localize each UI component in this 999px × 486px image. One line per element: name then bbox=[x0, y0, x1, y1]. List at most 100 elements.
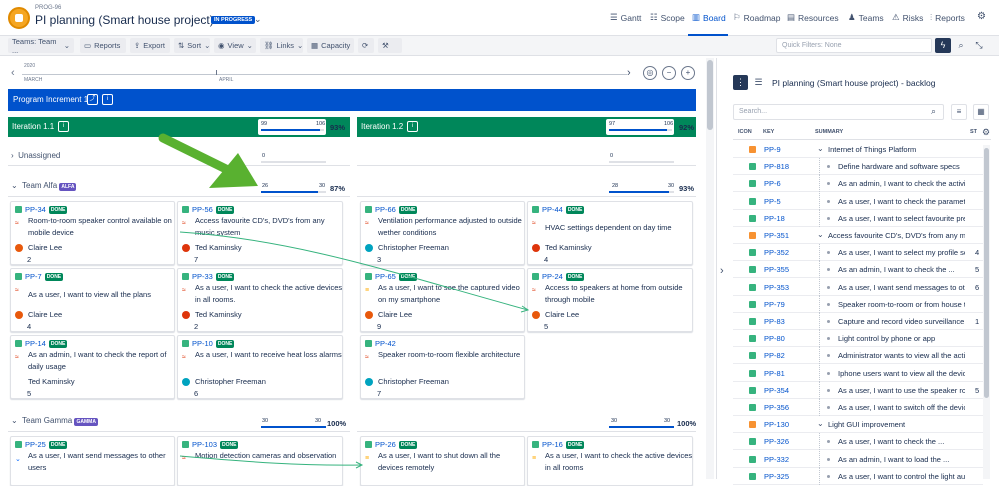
issue-card[interactable]: PP-10 DONE ≈ As a user, I want to receive… bbox=[177, 335, 343, 399]
issue-key[interactable]: PP-10 bbox=[192, 339, 213, 348]
capacity-button[interactable]: ▦ Capacity bbox=[307, 38, 354, 53]
issue-card[interactable]: PP-7 DONE ≈ As a user, I want to view all… bbox=[10, 268, 175, 332]
issue-key[interactable]: PP-355 bbox=[764, 265, 789, 274]
backlog-row[interactable]: PP-130 ⌄ Light GUI improvement bbox=[733, 416, 983, 434]
issue-key[interactable]: PP-325 bbox=[764, 472, 789, 481]
backlog-row[interactable]: PP-81 Iphone users want to view all the d… bbox=[733, 364, 983, 382]
flash-icon[interactable]: ϟ bbox=[935, 38, 951, 53]
team-alfa-swimlane[interactable]: ⌄ Team Alfa ALFA bbox=[11, 181, 77, 191]
chevron-down-icon[interactable]: ⌄ bbox=[817, 230, 824, 239]
issue-key[interactable]: PP-80 bbox=[764, 334, 785, 343]
backlog-row[interactable]: PP-79 Speaker room-to-room or from house … bbox=[733, 295, 983, 313]
issue-key[interactable]: PP-332 bbox=[764, 455, 789, 464]
issue-key[interactable]: PP-26 bbox=[375, 440, 396, 449]
backlog-row[interactable]: PP-326 As a user, I want to check the ... bbox=[733, 433, 983, 451]
backlog-tree-icon[interactable]: ⋮ bbox=[733, 75, 748, 90]
backlog-row[interactable]: PP-80 Light control by phone or app bbox=[733, 330, 983, 348]
nav-teams[interactable]: ♟ Teams bbox=[848, 12, 884, 23]
info-icon[interactable]: i bbox=[407, 121, 418, 132]
timeline-next-icon[interactable]: › bbox=[627, 67, 631, 79]
issue-key[interactable]: PP-34 bbox=[25, 205, 46, 214]
issue-key[interactable]: PP-14 bbox=[25, 339, 46, 348]
backlog-row[interactable]: PP-9 ⌄ Internet of Things Platform bbox=[733, 141, 983, 158]
issue-key[interactable]: PP-33 bbox=[192, 272, 213, 281]
issue-card[interactable]: PP-65 DONE ≡ As a user, I want to see the… bbox=[360, 268, 525, 332]
issue-card[interactable]: PP-44 DONE ≈ HVAC settings dependent on d… bbox=[527, 201, 693, 265]
issue-key[interactable]: PP-16 bbox=[542, 440, 563, 449]
calendar-icon[interactable]: ▦ bbox=[973, 104, 989, 120]
zoom-out-icon[interactable]: − bbox=[662, 66, 676, 80]
nav-resources[interactable]: ▤ Resources bbox=[787, 12, 839, 23]
export-button[interactable]: ⇪ Export bbox=[130, 38, 170, 53]
issue-key[interactable]: PP-353 bbox=[764, 283, 789, 292]
issue-key[interactable]: PP-6 bbox=[764, 179, 781, 188]
view-button[interactable]: ◉ View ⌄ bbox=[214, 38, 256, 53]
backlog-row[interactable]: PP-353 As a user, I want send messages to… bbox=[733, 278, 983, 296]
links-button[interactable]: ⛓ Links ⌄ bbox=[260, 38, 303, 53]
issue-card[interactable]: PP-14 DONE ≈ As an admin, I want to check… bbox=[10, 335, 175, 399]
issue-key[interactable]: PP-65 bbox=[375, 272, 396, 281]
issue-card[interactable]: PP-42 ≈ Speaker room-to-room flexible ar… bbox=[360, 335, 525, 399]
issue-key[interactable]: PP-25 bbox=[25, 440, 46, 449]
nav-board[interactable]: ▥ Board bbox=[692, 12, 726, 23]
search-icon[interactable]: ⌕ bbox=[931, 106, 936, 117]
target-icon[interactable]: ◎ bbox=[643, 66, 657, 80]
info-icon[interactable]: i bbox=[102, 94, 113, 105]
issue-key[interactable]: PP-356 bbox=[764, 403, 789, 412]
nav-roadmap[interactable]: ⚐ Roadmap bbox=[733, 12, 780, 23]
issue-key[interactable]: PP-42 bbox=[375, 339, 396, 348]
chevron-down-icon[interactable]: ⌄ bbox=[817, 419, 824, 428]
issue-key[interactable]: PP-83 bbox=[764, 317, 785, 326]
issue-key[interactable]: PP-103 bbox=[192, 440, 217, 449]
backlog-row[interactable]: PP-351 ⌄ Access favourite CD's, DVD's from… bbox=[733, 227, 983, 244]
chevron-down-icon[interactable]: ⌄ bbox=[254, 14, 262, 25]
backlog-row[interactable]: PP-355 As an admin, I want to check the .… bbox=[733, 261, 983, 279]
issue-key[interactable]: PP-5 bbox=[764, 197, 781, 206]
issue-key[interactable]: PP-18 bbox=[764, 214, 785, 223]
timeline-prev-icon[interactable]: ‹ bbox=[11, 67, 15, 79]
backlog-search-input[interactable]: Search... bbox=[733, 104, 944, 120]
issue-key[interactable]: PP-9 bbox=[764, 145, 781, 154]
unassigned-swimlane[interactable]: › Unassigned bbox=[11, 151, 60, 160]
issue-key[interactable]: PP-351 bbox=[764, 231, 789, 240]
gear-icon[interactable]: ⚙ bbox=[982, 127, 990, 138]
issue-card[interactable]: PP-33 DONE ≈ As a user, I want to check t… bbox=[177, 268, 343, 332]
search-icon[interactable]: ⌕ bbox=[954, 38, 968, 53]
issue-key[interactable]: PP-326 bbox=[764, 437, 789, 446]
project-key[interactable]: PROG-96 bbox=[35, 5, 61, 11]
chevron-right-icon[interactable]: › bbox=[720, 265, 724, 277]
backlog-row[interactable]: PP-6 As an admin, I want to check the act… bbox=[733, 175, 983, 193]
issue-key[interactable]: PP-7 bbox=[25, 272, 42, 281]
refresh-button[interactable]: ⟳ bbox=[358, 38, 374, 53]
board-scrollbar-thumb[interactable] bbox=[707, 60, 713, 130]
project-title[interactable]: PI planning (Smart house project) bbox=[35, 13, 214, 27]
backlog-scrollbar-thumb[interactable] bbox=[984, 148, 989, 398]
issue-key[interactable]: PP-82 bbox=[764, 351, 785, 360]
issue-key[interactable]: PP-44 bbox=[542, 205, 563, 214]
collapse-icon[interactable]: ⤡ bbox=[972, 38, 986, 53]
issue-card[interactable]: PP-56 DONE ≈ Access favourite CD's, DVD's… bbox=[177, 201, 343, 265]
issue-key[interactable]: PP-818 bbox=[764, 162, 789, 171]
gear-icon[interactable]: ⚙ bbox=[977, 11, 986, 22]
reports-button[interactable]: ▭ Reports bbox=[80, 38, 126, 53]
pi-link-icon[interactable]: ⤴ bbox=[87, 94, 98, 105]
issue-key[interactable]: PP-352 bbox=[764, 248, 789, 257]
issue-key[interactable]: PP-79 bbox=[764, 300, 785, 309]
issue-key[interactable]: PP-130 bbox=[764, 420, 789, 429]
info-icon[interactable]: i bbox=[58, 121, 69, 132]
team-gamma-swimlane[interactable]: ⌄ Team Gamma GAMMA bbox=[11, 416, 98, 426]
filter-list-icon[interactable]: ≡ bbox=[951, 104, 967, 120]
tools-button[interactable]: ⚒ bbox=[378, 38, 402, 53]
backlog-row[interactable]: PP-83 Capture and record video surveillan… bbox=[733, 313, 983, 330]
nav-scope[interactable]: ☷ Scope bbox=[650, 12, 685, 23]
backlog-row[interactable]: PP-354 As a user, I want to use the speak… bbox=[733, 381, 983, 399]
nav-reports[interactable]: ⫶ Reports bbox=[930, 12, 965, 23]
backlog-row[interactable]: PP-332 As an admin, I want to load the ..… bbox=[733, 450, 983, 468]
teams-select[interactable]: Teams: Team ... ⌄ bbox=[8, 37, 74, 55]
issue-key[interactable]: PP-24 bbox=[542, 272, 563, 281]
backlog-list-icon[interactable]: ☰ bbox=[751, 75, 766, 90]
nav-risks[interactable]: ⚠ Risks bbox=[892, 12, 923, 23]
nav-gantt[interactable]: ☰ Gantt bbox=[610, 12, 641, 23]
backlog-row[interactable]: PP-352 As a user, I want to select my pro… bbox=[733, 244, 983, 262]
backlog-row[interactable]: PP-356 As a user, I want to switch off th… bbox=[733, 399, 983, 416]
